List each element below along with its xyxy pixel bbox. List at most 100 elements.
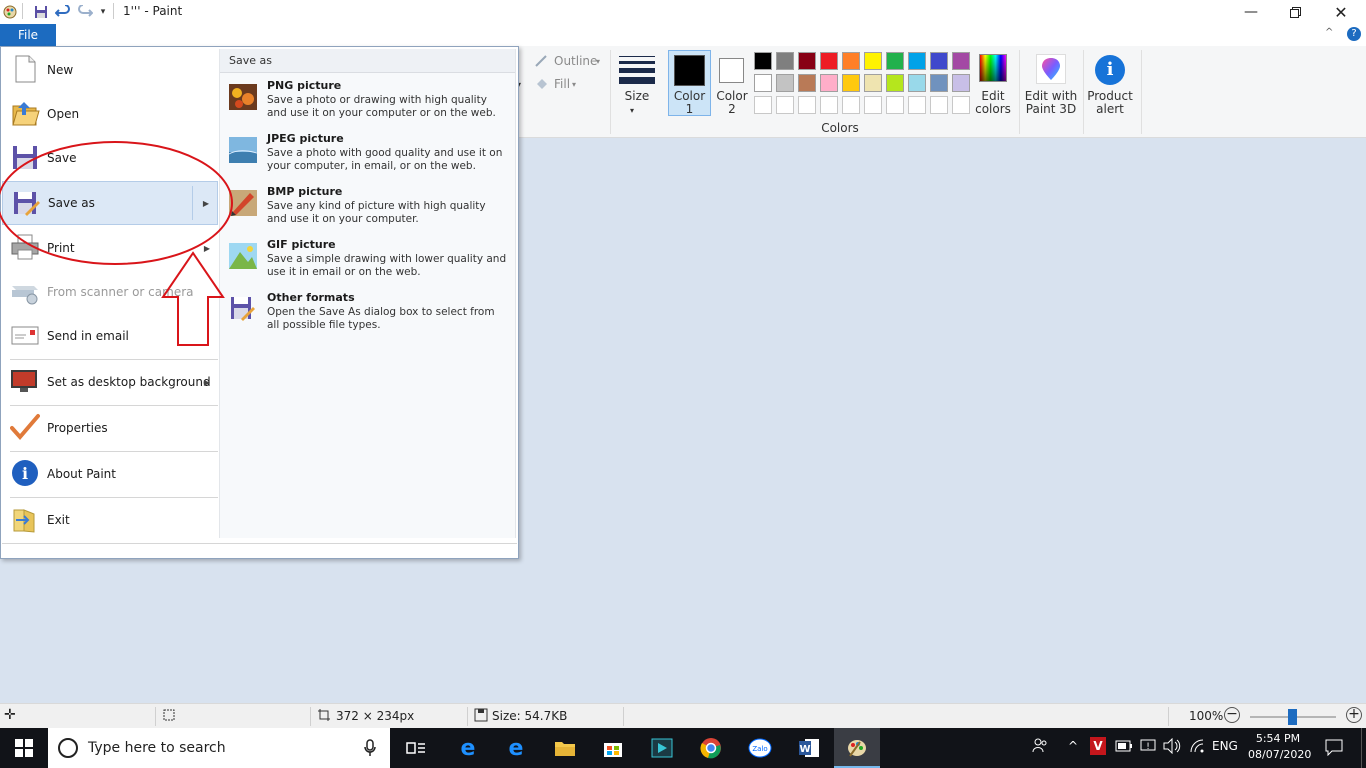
restore-icon[interactable] (1272, 0, 1318, 24)
palette-swatch[interactable] (864, 74, 882, 92)
people-icon[interactable] (1032, 737, 1048, 758)
taskbar: Type here to search e e Zalo W ^ V ! ENG… (0, 728, 1366, 768)
menu-item-send-email[interactable]: Send in email (2, 314, 218, 358)
show-desktop-button[interactable] (1361, 728, 1366, 768)
battery-icon[interactable] (1115, 739, 1133, 756)
palette-swatch[interactable] (886, 52, 904, 70)
palette-swatch[interactable] (908, 74, 926, 92)
input-language[interactable]: ENG (1212, 739, 1238, 753)
edge-legacy-icon[interactable]: e (455, 736, 481, 761)
palette-swatch[interactable] (952, 74, 970, 92)
palette-swatch[interactable] (864, 52, 882, 70)
save-as-gif[interactable]: GIF picture Save a simple drawing with l… (226, 238, 511, 290)
action-center-icon[interactable] (1325, 738, 1343, 759)
minimize-ribbon-icon[interactable]: ^ (1325, 27, 1333, 38)
chrome-icon[interactable] (698, 736, 724, 760)
custom-color-slot[interactable] (776, 96, 794, 114)
custom-color-slot[interactable] (930, 96, 948, 114)
ribbon-separator (1019, 50, 1020, 134)
palette-swatch[interactable] (776, 74, 794, 92)
custom-color-slot[interactable] (842, 96, 860, 114)
palette-swatch[interactable] (930, 52, 948, 70)
palette-swatch[interactable] (798, 52, 816, 70)
menu-label-save: Save (47, 151, 77, 165)
custom-color-slot[interactable] (952, 96, 970, 114)
close-icon[interactable]: ✕ (1318, 0, 1364, 24)
palette-swatch[interactable] (820, 52, 838, 70)
custom-color-slot[interactable] (886, 96, 904, 114)
menu-item-about[interactable]: i About Paint (2, 452, 218, 496)
taskbar-search-box[interactable]: Type here to search (48, 728, 390, 768)
menu-item-open[interactable]: Open (2, 92, 218, 136)
size-button[interactable]: Size (619, 90, 655, 103)
palette-swatch[interactable] (930, 74, 948, 92)
color-spectrum-icon[interactable] (979, 54, 1007, 82)
palette-swatch[interactable] (798, 74, 816, 92)
palette-swatch[interactable] (754, 52, 772, 70)
save-as-png[interactable]: PNG picture Save a photo or drawing with… (226, 79, 511, 131)
file-tab[interactable]: File (0, 24, 56, 46)
microphone-icon[interactable] (364, 739, 376, 760)
minimize-icon[interactable]: — (1228, 0, 1274, 24)
zalo-icon[interactable]: Zalo (747, 736, 773, 760)
help-icon[interactable]: ? (1347, 27, 1361, 41)
menu-item-save[interactable]: Save (2, 136, 218, 180)
volume-icon[interactable] (1163, 737, 1181, 757)
fill-button[interactable]: Fill (554, 78, 570, 91)
menu-item-desktop-background[interactable]: Set as desktop background ▶ (2, 360, 218, 404)
palette-swatch[interactable] (776, 52, 794, 70)
custom-color-slot[interactable] (864, 96, 882, 114)
file-explorer-icon[interactable] (552, 736, 578, 760)
custom-color-slot[interactable] (908, 96, 926, 114)
custom-color-slot[interactable] (798, 96, 816, 114)
menu-item-properties[interactable]: Properties (2, 406, 218, 450)
antivirus-icon[interactable]: V (1090, 737, 1106, 755)
windows-start-icon[interactable] (11, 736, 37, 760)
outline-button[interactable]: Outline (554, 55, 597, 68)
zoom-in-icon[interactable]: + (1346, 707, 1362, 723)
clock-time: 5:54 PM (1255, 732, 1301, 745)
show-hidden-icons-icon[interactable]: ^ (1068, 739, 1078, 753)
product-alert-icon[interactable]: i (1095, 55, 1125, 85)
custom-color-slot[interactable] (754, 96, 772, 114)
palette-swatch[interactable] (908, 52, 926, 70)
palette-swatch[interactable] (820, 74, 838, 92)
menu-item-print[interactable]: Print ▶ (2, 226, 218, 270)
size-lines-icon[interactable] (619, 52, 655, 92)
wifi-icon[interactable] (1189, 738, 1205, 757)
zoom-slider-thumb[interactable] (1288, 709, 1297, 725)
palette-swatch[interactable] (754, 74, 772, 92)
network-alert-icon[interactable]: ! (1140, 738, 1158, 757)
store-icon[interactable] (600, 736, 626, 760)
redo-icon[interactable] (76, 3, 94, 21)
save-as-other-formats[interactable]: Other formats Open the Save As dialog bo… (226, 291, 511, 343)
undo-icon[interactable] (54, 3, 72, 21)
menu-item-exit[interactable]: Exit (2, 498, 218, 542)
save-as-jpeg[interactable]: JPEG picture Save a photo with good qual… (226, 132, 511, 184)
menu-item-new[interactable]: New (2, 48, 218, 92)
internet-explorer-icon[interactable]: e (503, 736, 529, 761)
zoom-out-icon[interactable]: − (1224, 707, 1240, 723)
other-formats-description: Open the Save As dialog box to select fr… (267, 306, 495, 331)
color2-swatch[interactable] (719, 58, 744, 83)
ribbon-separator (1141, 50, 1142, 134)
menu-item-save-as[interactable]: Save as ▶ (2, 181, 218, 225)
paint-taskbar-active[interactable] (834, 728, 880, 768)
paint-app-icon[interactable] (2, 3, 18, 21)
media-player-icon[interactable] (649, 736, 675, 760)
paint3d-icon[interactable] (1036, 54, 1066, 84)
taskbar-clock[interactable]: 5:54 PM 08/07/2020 (1248, 731, 1311, 763)
save-as-bmp[interactable]: BMP picture Save any kind of picture wit… (226, 185, 511, 237)
quick-save-icon[interactable] (32, 3, 50, 21)
palette-swatch[interactable] (952, 52, 970, 70)
palette-swatch[interactable] (886, 74, 904, 92)
customize-qa-icon[interactable]: ▾ (97, 3, 109, 21)
palette-swatch[interactable] (842, 74, 860, 92)
custom-color-slot[interactable] (820, 96, 838, 114)
menu-item-from-scanner[interactable]: From scanner or camera (2, 270, 218, 314)
cursor-position-icon: ✛ (4, 707, 16, 723)
jpeg-description: Save a photo with good quality and use i… (267, 147, 503, 172)
word-icon[interactable]: W (796, 736, 822, 760)
task-view-icon[interactable] (403, 736, 429, 760)
palette-swatch[interactable] (842, 52, 860, 70)
